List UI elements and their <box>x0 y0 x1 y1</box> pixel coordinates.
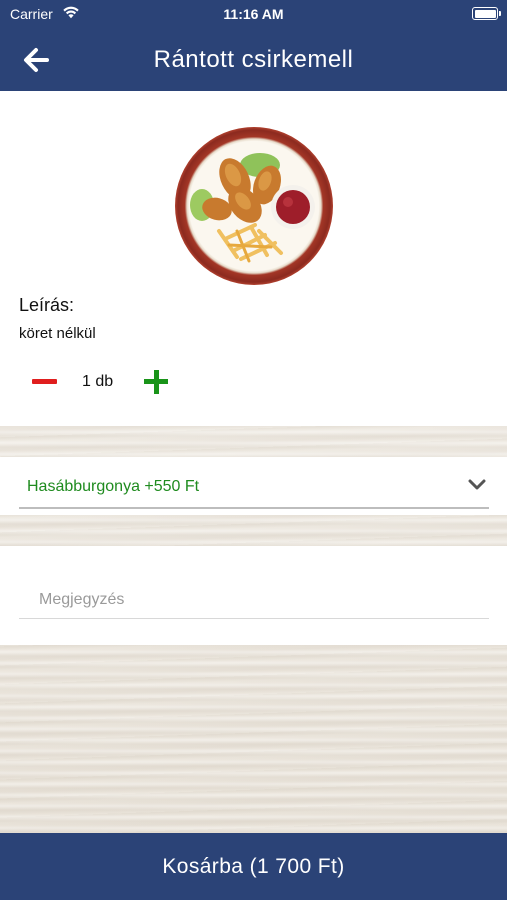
note-underline <box>19 618 489 619</box>
side-dish-select[interactable]: Hasábburgonya +550 Ft <box>0 457 507 515</box>
page-title: Rántott csirkemell <box>153 46 354 73</box>
minus-icon <box>32 379 57 384</box>
clock: 11:16 AM <box>223 6 284 22</box>
note-card <box>0 546 507 645</box>
side-dish-selected-value: Hasábburgonya +550 Ft <box>27 478 200 495</box>
product-card: Leírás: köret nélkül 1 db <box>0 91 507 426</box>
fried-chicken-plate-image <box>175 127 333 285</box>
add-to-cart-button[interactable]: Kosárba (1 700 Ft) <box>0 833 507 900</box>
description-label: Leírás: <box>19 295 75 315</box>
top-bar: Carrier 11:16 AM Rántott csirkemell <box>0 0 507 91</box>
battery-icon <box>472 7 501 20</box>
decrease-quantity-button[interactable] <box>32 377 58 387</box>
select-underline <box>19 507 489 509</box>
quantity-value: 1 db <box>82 373 114 390</box>
chevron-down-icon <box>468 479 486 490</box>
note-input[interactable] <box>19 582 489 618</box>
description-text: köret nélkül <box>19 325 96 342</box>
status-bar: Carrier 11:16 AM <box>0 0 507 28</box>
nav-bar: Rántott csirkemell <box>0 28 507 91</box>
increase-quantity-button[interactable] <box>144 370 168 394</box>
